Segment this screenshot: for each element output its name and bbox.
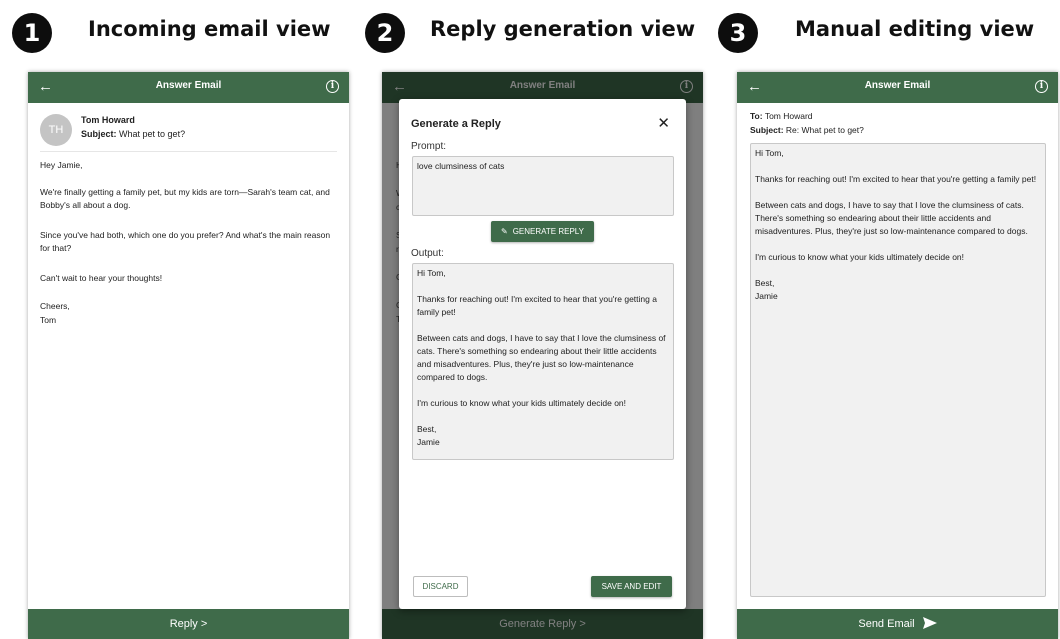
editor-line: Between cats and dogs, I have to say tha… [755, 200, 1028, 236]
subject-label: Subject: [81, 129, 117, 139]
generate-reply-button[interactable]: ✎ GENERATE REPLY [491, 221, 594, 242]
avatar: TH [40, 114, 72, 146]
discard-button[interactable]: DISCARD [413, 576, 468, 597]
info-icon[interactable]: i [326, 80, 339, 93]
output-line: I'm curious to know what your kids ultim… [417, 398, 627, 408]
reply-generation-screen: ← Answer Email i H W c S r C C T Generat… [382, 72, 703, 639]
prompt-label: Prompt: [411, 141, 447, 152]
subject-value: Re: What pet to get? [785, 125, 864, 135]
close-icon[interactable]: ✕ [657, 114, 670, 132]
divider [40, 151, 337, 152]
generate-reply-dialog: Generate a Reply ✕ Prompt: love clumsine… [399, 99, 686, 609]
email-body-line: Since you've had both, which one do you … [40, 230, 331, 253]
editor-line: Best, [755, 278, 775, 288]
email-body-line: Cheers, [40, 301, 70, 311]
email-body-line: Tom [40, 315, 57, 325]
app-bar-title: Answer Email [155, 80, 222, 91]
subject-value: What pet to get? [119, 129, 186, 139]
subject-label: Subject: [750, 125, 784, 135]
step-1-title: Incoming email view [88, 17, 331, 41]
step-2-badge: 2 [365, 13, 405, 53]
output-line: Between cats and dogs, I have to say tha… [417, 333, 666, 382]
to-value: Tom Howard [764, 111, 813, 121]
output-line: Best, [417, 424, 437, 434]
email-body-line: Can't wait to hear your thoughts! [40, 273, 163, 283]
info-icon[interactable]: i [1035, 80, 1048, 93]
step-1-badge: 1 [12, 13, 52, 53]
app-bar: ← Answer Email i [28, 72, 349, 103]
send-icon [922, 616, 937, 632]
reply-subject-line: Subject: Re: What pet to get? [750, 125, 864, 135]
dialog-title: Generate a Reply [411, 118, 501, 130]
incoming-email-screen: ← Answer Email i TH Tom Howard Subject: … [28, 72, 349, 639]
recipient-line: To: Tom Howard [750, 111, 813, 121]
manual-editing-screen: ← Answer Email i To: Tom Howard Subject:… [737, 72, 1058, 639]
output-line: Thanks for reaching out! I'm excited to … [417, 294, 657, 317]
reply-editor[interactable]: Hi Tom, Thanks for reaching out! I'm exc… [750, 143, 1046, 597]
reply-button[interactable]: Reply > [28, 609, 349, 639]
step-3-badge: 3 [718, 13, 758, 53]
email-subject: Subject: What pet to get? [81, 129, 185, 139]
output-line: Jamie [417, 437, 440, 447]
pencil-icon: ✎ [501, 227, 508, 236]
output-line: Hi Tom, [417, 268, 446, 278]
output-textarea[interactable]: Hi Tom, Thanks for reaching out! I'm exc… [412, 263, 674, 460]
editor-line: Jamie [755, 291, 778, 301]
step-2-title: Reply generation view [430, 17, 696, 41]
app-bar-title: Answer Email [864, 80, 931, 91]
save-and-edit-button[interactable]: SAVE AND EDIT [591, 576, 672, 597]
editor-line: Thanks for reaching out! I'm excited to … [755, 174, 1037, 184]
email-body-line: Hey Jamie, [40, 160, 83, 170]
reply-button-label: Reply > [169, 618, 208, 630]
send-email-label: Send Email [858, 618, 915, 630]
app-bar: ← Answer Email i [737, 72, 1058, 103]
prompt-input[interactable]: love clumsiness of cats [412, 156, 674, 216]
sender-name: Tom Howard [81, 115, 135, 125]
send-email-button[interactable]: Send Email [737, 609, 1058, 639]
email-body-line: We're finally getting a family pet, but … [40, 187, 330, 210]
to-label: To: [750, 111, 763, 121]
editor-line: Hi Tom, [755, 148, 784, 158]
generate-reply-button-label: GENERATE REPLY [512, 227, 584, 236]
output-label: Output: [411, 248, 444, 259]
editor-line: I'm curious to know what your kids ultim… [755, 252, 965, 262]
step-3-title: Manual editing view [795, 17, 1035, 41]
